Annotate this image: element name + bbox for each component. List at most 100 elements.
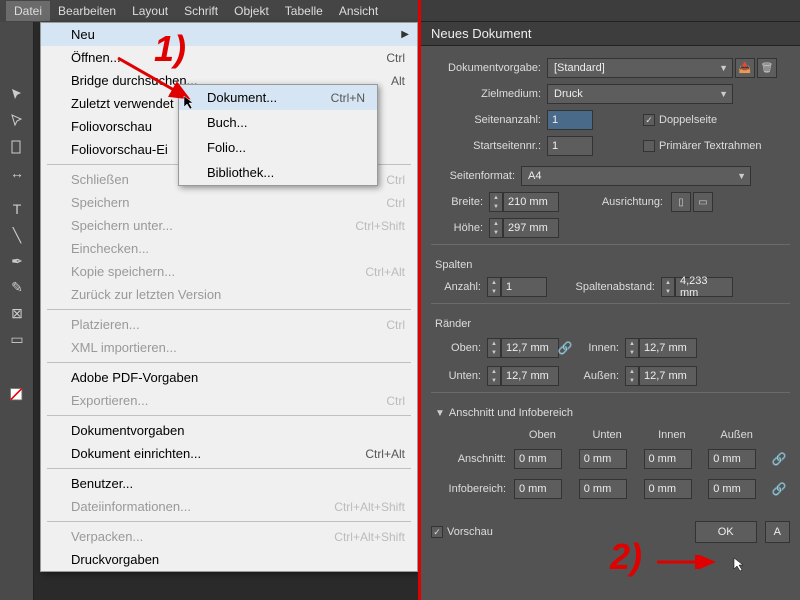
disclosure-icon[interactable]: ▼ xyxy=(435,408,445,419)
landscape-icon[interactable]: ▭ xyxy=(693,192,713,212)
submenu-buch[interactable]: Buch... xyxy=(179,110,377,135)
col-inside: Innen xyxy=(641,427,704,443)
frame-tool[interactable]: ⊠ xyxy=(0,300,34,326)
menu-dokvorgaben[interactable]: Dokumentvorgaben xyxy=(41,419,417,442)
col-outside: Außen xyxy=(705,427,768,443)
pagesize-dropdown[interactable]: A4▼ xyxy=(521,166,751,186)
delete-preset-icon[interactable]: 🗑 xyxy=(757,58,777,78)
colcount-label: Anzahl: xyxy=(431,281,487,293)
pen-tool[interactable]: ✒ xyxy=(0,248,34,274)
margin-top-spinner[interactable]: ▲▼ xyxy=(487,338,501,358)
width-spinner[interactable]: ▲▼ xyxy=(489,192,503,212)
height-input[interactable]: 297 mm xyxy=(503,218,559,238)
link-margins-icon[interactable]: 🔗 xyxy=(559,336,571,360)
slug-top-input[interactable]: 0 mm xyxy=(514,479,562,499)
facing-label: Doppelseite xyxy=(659,114,717,126)
margin-bottom-spinner[interactable]: ▲▼ xyxy=(487,366,501,386)
dialog-panel: Neues Dokument Dokumentvorgabe: [Standar… xyxy=(421,0,800,600)
menu-dokeinrichten[interactable]: Dokument einrichten...Ctrl+Alt xyxy=(41,442,417,465)
pages-label: Seitenanzahl: xyxy=(431,114,547,126)
gutter-spinner[interactable]: ▲▼ xyxy=(661,277,675,297)
preview-label: Vorschau xyxy=(447,526,493,538)
slug-bottom-input[interactable]: 0 mm xyxy=(579,479,627,499)
selection-tool[interactable] xyxy=(0,82,34,108)
neu-submenu: Dokument...Ctrl+N Buch... Folio... Bibli… xyxy=(178,84,378,186)
bleed-bottom-input[interactable]: 0 mm xyxy=(579,449,627,469)
height-label: Höhe: xyxy=(431,222,489,234)
margin-bottom-label: Unten: xyxy=(431,370,487,382)
cancel-button-partial[interactable]: A xyxy=(765,521,790,543)
cursor-icon-1 xyxy=(182,94,198,110)
margin-bottom-input[interactable]: 12,7 mm xyxy=(501,366,559,386)
slug-inside-input[interactable]: 0 mm xyxy=(644,479,692,499)
menu-tabelle[interactable]: Tabelle xyxy=(277,1,331,21)
type-tool[interactable]: T xyxy=(0,196,34,222)
line-tool[interactable]: ╲ xyxy=(0,222,34,248)
new-document-dialog: Neues Dokument Dokumentvorgabe: [Standar… xyxy=(421,22,800,600)
submenu-bibliothek[interactable]: Bibliothek... xyxy=(179,160,377,185)
bleed-top-input[interactable]: 0 mm xyxy=(514,449,562,469)
menu-schrift[interactable]: Schrift xyxy=(176,1,226,21)
menu-xml: XML importieren... xyxy=(41,336,417,359)
menu-verpacken: Verpacken...Ctrl+Alt+Shift xyxy=(41,525,417,548)
col-top: Oben xyxy=(511,427,574,443)
margin-outside-input[interactable]: 12,7 mm xyxy=(639,366,697,386)
portrait-icon[interactable]: ▯ xyxy=(671,192,691,212)
preset-dropdown[interactable]: [Standard]▼ xyxy=(547,58,733,78)
margin-outside-spinner[interactable]: ▲▼ xyxy=(625,366,639,386)
menu-platzieren: Platzieren...Ctrl xyxy=(41,313,417,336)
menu-benutzer[interactable]: Benutzer... xyxy=(41,472,417,495)
menu-pdf-vorgaben[interactable]: Adobe PDF-Vorgaben xyxy=(41,366,417,389)
colcount-spinner[interactable]: ▲▼ xyxy=(487,277,501,297)
primary-checkbox[interactable] xyxy=(643,140,655,152)
chevron-down-icon: ▼ xyxy=(719,89,728,99)
facing-checkbox[interactable]: ✓ xyxy=(643,114,655,126)
width-input[interactable]: 210 mm xyxy=(503,192,559,212)
menu-layout[interactable]: Layout xyxy=(124,1,176,21)
col-bottom: Unten xyxy=(576,427,639,443)
menu-ansicht[interactable]: Ansicht xyxy=(331,1,386,21)
pages-input[interactable]: 1 xyxy=(547,110,593,130)
menu-objekt[interactable]: Objekt xyxy=(226,1,277,21)
gutter-input[interactable]: 4,233 mm xyxy=(675,277,733,297)
menu-bearbeiten[interactable]: Bearbeiten xyxy=(50,1,124,21)
columns-title: Spalten xyxy=(435,259,790,271)
chevron-right-icon: ▶ xyxy=(401,29,409,40)
menu-export: Exportieren...Ctrl xyxy=(41,389,417,412)
ok-button[interactable]: OK xyxy=(695,521,757,543)
margin-inside-spinner[interactable]: ▲▼ xyxy=(625,338,639,358)
menu-druckvorgaben[interactable]: Druckvorgaben xyxy=(41,548,417,571)
start-input[interactable]: 1 xyxy=(547,136,593,156)
gap-tool[interactable]: ↔ xyxy=(0,160,34,186)
bleed-outside-input[interactable]: 0 mm xyxy=(708,449,756,469)
slug-label: Infobereich: xyxy=(433,475,509,503)
margin-top-input[interactable]: 12,7 mm xyxy=(501,338,559,358)
swatch-tool[interactable] xyxy=(0,382,34,408)
menu-einchecken: Einchecken... xyxy=(41,237,417,260)
gutter-label: Spaltenabstand: xyxy=(547,281,661,293)
width-label: Breite: xyxy=(431,196,489,208)
intent-dropdown[interactable]: Druck▼ xyxy=(547,84,733,104)
margins-title: Ränder xyxy=(435,318,790,330)
height-spinner[interactable]: ▲▼ xyxy=(489,218,503,238)
bleed-inside-input[interactable]: 0 mm xyxy=(644,449,692,469)
save-preset-icon[interactable]: 📥 xyxy=(735,58,755,78)
dialog-title: Neues Dokument xyxy=(421,22,800,46)
link-slug-icon[interactable]: 🔗 xyxy=(773,477,785,501)
menu-neu[interactable]: Neu▶ xyxy=(41,23,417,46)
direct-select-tool[interactable] xyxy=(0,108,34,134)
rect-tool[interactable]: ▭ xyxy=(0,326,34,352)
page-tool[interactable] xyxy=(0,134,34,160)
menu-datei[interactable]: Datei xyxy=(6,1,50,21)
submenu-folio[interactable]: Folio... xyxy=(179,135,377,160)
margin-inside-label: Innen: xyxy=(571,342,625,354)
slug-outside-input[interactable]: 0 mm xyxy=(708,479,756,499)
menu-oeffnen[interactable]: Öffnen...Ctrl xyxy=(41,46,417,69)
link-bleed-icon[interactable]: 🔗 xyxy=(773,447,785,471)
menu-speichern: SpeichernCtrl xyxy=(41,191,417,214)
submenu-dokument[interactable]: Dokument...Ctrl+N xyxy=(179,85,377,110)
margin-inside-input[interactable]: 12,7 mm xyxy=(639,338,697,358)
colcount-input[interactable]: 1 xyxy=(501,277,547,297)
preview-checkbox[interactable]: ✓ xyxy=(431,526,443,538)
pencil-tool[interactable]: ✎ xyxy=(0,274,34,300)
